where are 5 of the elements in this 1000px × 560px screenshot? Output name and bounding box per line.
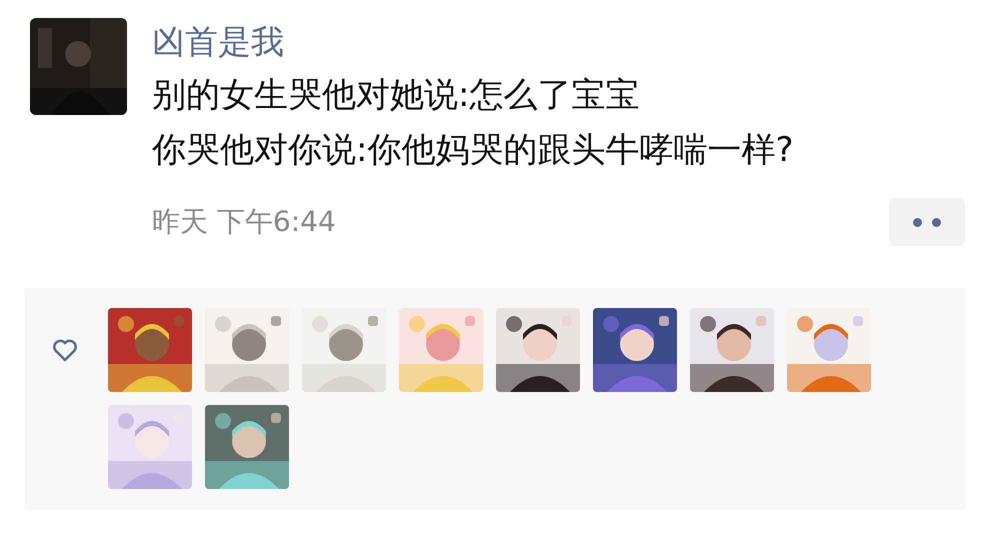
- timestamp: 昨天 下午6:44: [152, 204, 336, 240]
- post-text: 别的女生哭他对她说:怎么了宝宝: [152, 74, 640, 117]
- author-name[interactable]: 凶首是我: [152, 16, 965, 68]
- more-button[interactable]: [889, 198, 965, 246]
- post-text: 你哭他对你说:你他妈哭的跟头牛哮喘一样?: [152, 129, 795, 172]
